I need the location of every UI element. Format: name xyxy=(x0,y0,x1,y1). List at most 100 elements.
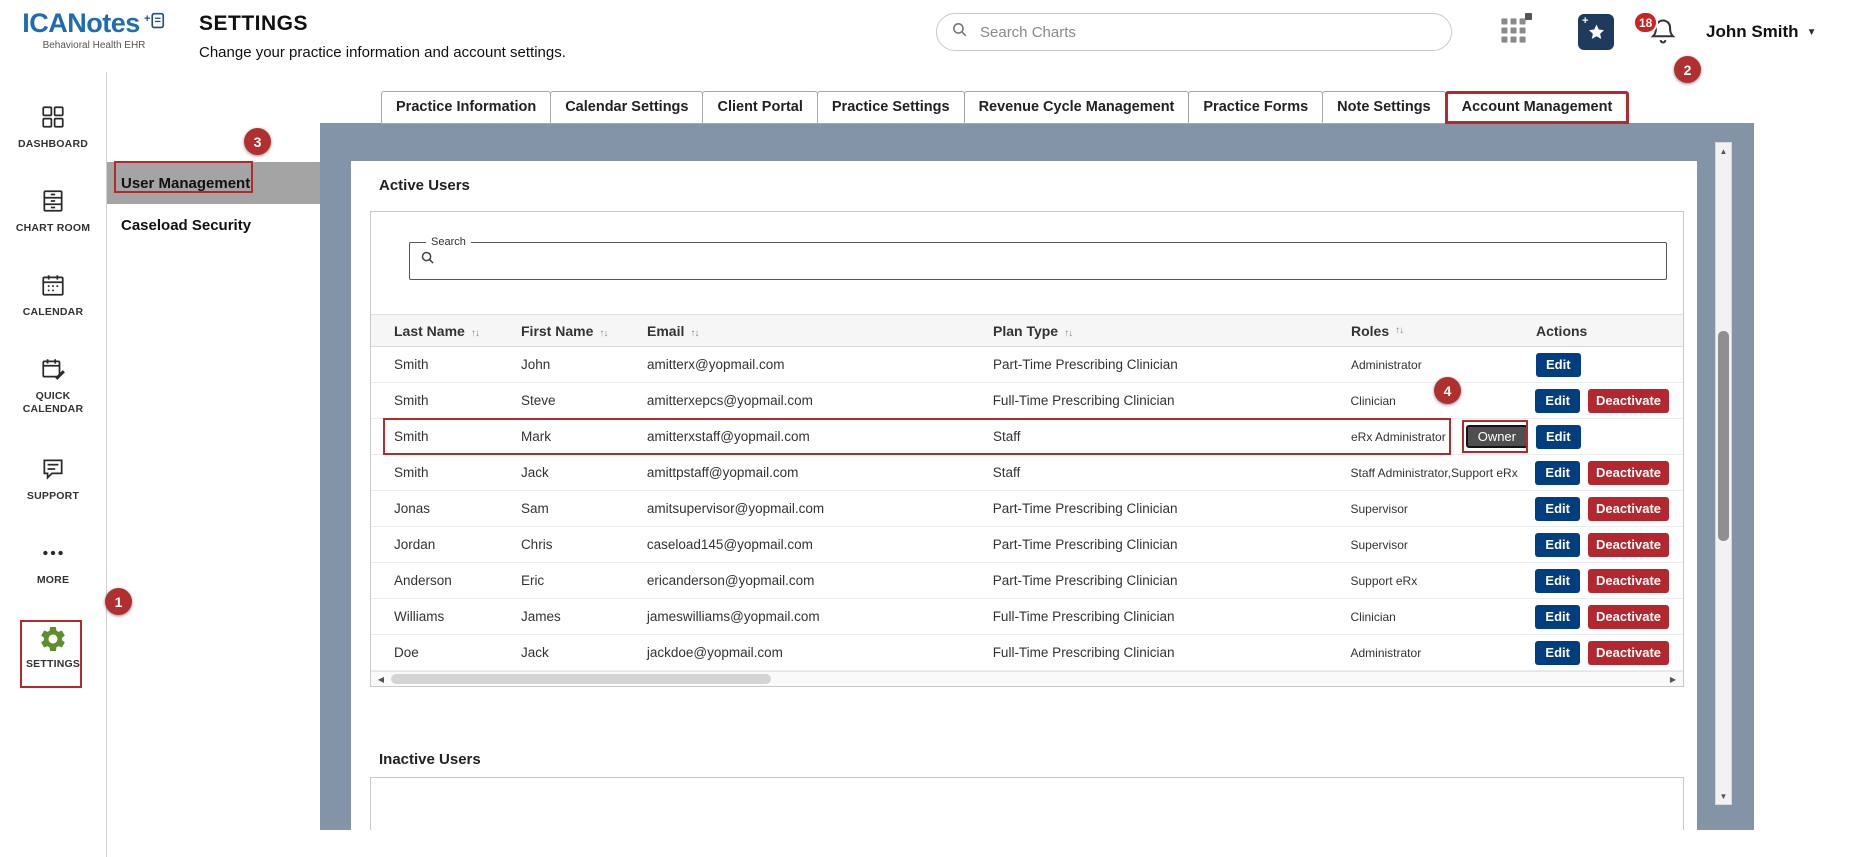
sort-icon[interactable]: ↑↓ xyxy=(1395,325,1403,336)
horizontal-scroll-thumb[interactable] xyxy=(391,674,771,684)
edit-button[interactable]: Edit xyxy=(1535,569,1580,593)
apps-grid-badge xyxy=(1525,13,1532,20)
settings-tab-bar: Practice InformationCalendar SettingsCli… xyxy=(382,91,1629,124)
cell-first-name: James xyxy=(521,609,647,624)
search-icon xyxy=(420,250,435,270)
edit-button[interactable]: Edit xyxy=(1535,641,1580,665)
sidebar-item-settings[interactable]: SETTINGS xyxy=(0,624,106,671)
edit-button[interactable]: Edit xyxy=(1535,533,1580,557)
cell-last-name: Smith xyxy=(394,465,521,480)
cell-plan-type: Part-Time Prescribing Clinician xyxy=(993,537,1351,552)
roles-text: Clinician xyxy=(1351,610,1396,624)
page-title: SETTINGS xyxy=(199,12,566,36)
search-charts-box[interactable] xyxy=(936,13,1452,51)
deactivate-button[interactable]: Deactivate xyxy=(1588,605,1669,629)
logo-title: ICANotes xyxy=(22,8,140,39)
scroll-up-arrow-icon[interactable]: ▲ xyxy=(1716,143,1731,159)
column-header-last-name[interactable]: Last Name↑↓ xyxy=(394,323,521,339)
edit-button[interactable]: Edit xyxy=(1535,497,1580,521)
apps-grid-icon[interactable] xyxy=(1499,16,1528,50)
tab-client-portal[interactable]: Client Portal xyxy=(702,91,817,124)
cell-plan-type: Full-Time Prescribing Clinician xyxy=(993,645,1351,660)
quick-calendar-icon xyxy=(0,356,106,386)
user-search-input[interactable] xyxy=(443,251,1656,269)
sidebar-item-calendar[interactable]: CALENDAR xyxy=(0,272,106,319)
cell-actions: Edit Deactivate xyxy=(1535,569,1683,593)
cell-first-name: Mark xyxy=(521,429,647,444)
deactivate-button[interactable]: Deactivate xyxy=(1588,461,1669,485)
column-header-first-name[interactable]: First Name↑↓ xyxy=(521,323,647,339)
sidebar-item-more[interactable]: MORE xyxy=(0,540,106,587)
sort-icon[interactable]: ↑↓ xyxy=(471,328,479,339)
cell-last-name: Smith xyxy=(394,429,521,444)
active-users-table: Last Name↑↓First Name↑↓Email↑↓Plan Type↑… xyxy=(371,314,1683,671)
scroll-down-arrow-icon[interactable]: ▼ xyxy=(1716,788,1731,804)
user-menu[interactable]: John Smith ▼ xyxy=(1706,22,1816,42)
column-header-actions: Actions xyxy=(1536,323,1683,339)
tab-account-management[interactable]: Account Management xyxy=(1445,91,1630,124)
cell-actions: Edit Deactivate xyxy=(1535,605,1683,629)
edit-button[interactable]: Edit xyxy=(1536,353,1581,377)
sidebar-item-label: SETTINGS xyxy=(0,658,106,671)
scroll-left-arrow-icon[interactable]: ◀ xyxy=(373,672,389,686)
horizontal-scrollbar[interactable]: ◀ ▶ xyxy=(371,671,1683,686)
edit-button[interactable]: Edit xyxy=(1535,461,1580,485)
tab-practice-information[interactable]: Practice Information xyxy=(381,91,551,124)
cell-actions: Edit xyxy=(1536,425,1683,449)
edit-button[interactable]: Edit xyxy=(1536,425,1581,449)
cell-actions: Edit Deactivate xyxy=(1535,641,1683,665)
add-favorite-icon[interactable]: + xyxy=(1578,14,1614,50)
roles-text: Administrator xyxy=(1351,358,1422,372)
subnav-item-user-management[interactable]: User Management xyxy=(107,162,320,204)
scroll-right-arrow-icon[interactable]: ▶ xyxy=(1665,672,1681,686)
tab-calendar-settings[interactable]: Calendar Settings xyxy=(550,91,703,124)
roles-text: Staff Administrator,Support eRx xyxy=(1351,466,1518,480)
deactivate-button[interactable]: Deactivate xyxy=(1588,389,1669,413)
tab-practice-settings[interactable]: Practice Settings xyxy=(817,91,965,124)
column-header-email[interactable]: Email↑↓ xyxy=(647,323,993,339)
subnav-item-caseload-security[interactable]: Caseload Security xyxy=(107,204,320,246)
cell-roles: Clinician xyxy=(1351,394,1536,408)
cell-plan-type: Part-Time Prescribing Clinician xyxy=(993,573,1351,588)
cell-email: amitterxstaff@yopmail.com xyxy=(647,429,993,444)
cell-first-name: Jack xyxy=(521,645,647,660)
sidebar-item-quick-calendar[interactable]: QUICK CALENDAR xyxy=(0,356,106,416)
active-users-title: Active Users xyxy=(379,177,470,194)
edit-button[interactable]: Edit xyxy=(1535,605,1580,629)
active-users-table-body: SmithJohnamitterx@yopmail.comPart-Time P… xyxy=(371,347,1683,671)
vertical-scroll-thumb[interactable] xyxy=(1718,331,1729,541)
deactivate-button[interactable]: Deactivate xyxy=(1588,533,1669,557)
settings-subnav: User ManagementCaseload Security xyxy=(107,72,320,857)
search-charts-input[interactable] xyxy=(978,23,1437,42)
cell-roles: eRx AdministratorOwner xyxy=(1351,425,1536,448)
column-header-plan-type[interactable]: Plan Type↑↓ xyxy=(993,323,1351,339)
sort-icon[interactable]: ↑↓ xyxy=(599,328,607,339)
sort-icon[interactable]: ↑↓ xyxy=(1064,328,1072,339)
deactivate-button[interactable]: Deactivate xyxy=(1588,569,1669,593)
cell-plan-type: Full-Time Prescribing Clinician xyxy=(993,393,1351,408)
roles-text: Administrator xyxy=(1351,646,1422,660)
edit-button[interactable]: Edit xyxy=(1535,389,1580,413)
table-row: JonasSamamitsupervisor@yopmail.comPart-T… xyxy=(371,491,1683,527)
cell-actions: Edit Deactivate xyxy=(1535,389,1683,413)
sidebar-item-label: DASHBOARD xyxy=(0,138,106,151)
table-row: SmithSteveamitterxepcs@yopmail.comFull-T… xyxy=(371,383,1683,419)
column-header-roles[interactable]: Roles↑↓ xyxy=(1351,323,1536,339)
tab-revenue-cycle-management[interactable]: Revenue Cycle Management xyxy=(964,91,1190,124)
sidebar-item-dashboard[interactable]: DASHBOARD xyxy=(0,104,106,151)
cell-first-name: Eric xyxy=(521,573,647,588)
cell-first-name: Jack xyxy=(521,465,647,480)
sidebar-item-chart-room[interactable]: CHART ROOM xyxy=(0,188,106,235)
sidebar-item-support[interactable]: SUPPORT xyxy=(0,456,106,503)
deactivate-button[interactable]: Deactivate xyxy=(1588,497,1669,521)
tab-practice-forms[interactable]: Practice Forms xyxy=(1188,91,1323,124)
deactivate-button[interactable]: Deactivate xyxy=(1588,641,1669,665)
cell-plan-type: Full-Time Prescribing Clinician xyxy=(993,609,1351,624)
cell-actions: Edit Deactivate xyxy=(1535,461,1683,485)
sidebar-nav: DASHBOARD CHART ROOM CALENDAR QUICK CALENDA… xyxy=(0,72,107,857)
icanotes-logo: ICANotes + Behavioral Health EHR xyxy=(14,8,174,51)
vertical-scrollbar[interactable]: ▲ ▼ xyxy=(1715,142,1732,805)
tab-note-settings[interactable]: Note Settings xyxy=(1322,91,1445,124)
sort-icon[interactable]: ↑↓ xyxy=(690,328,698,339)
cell-actions: Edit Deactivate xyxy=(1535,497,1683,521)
